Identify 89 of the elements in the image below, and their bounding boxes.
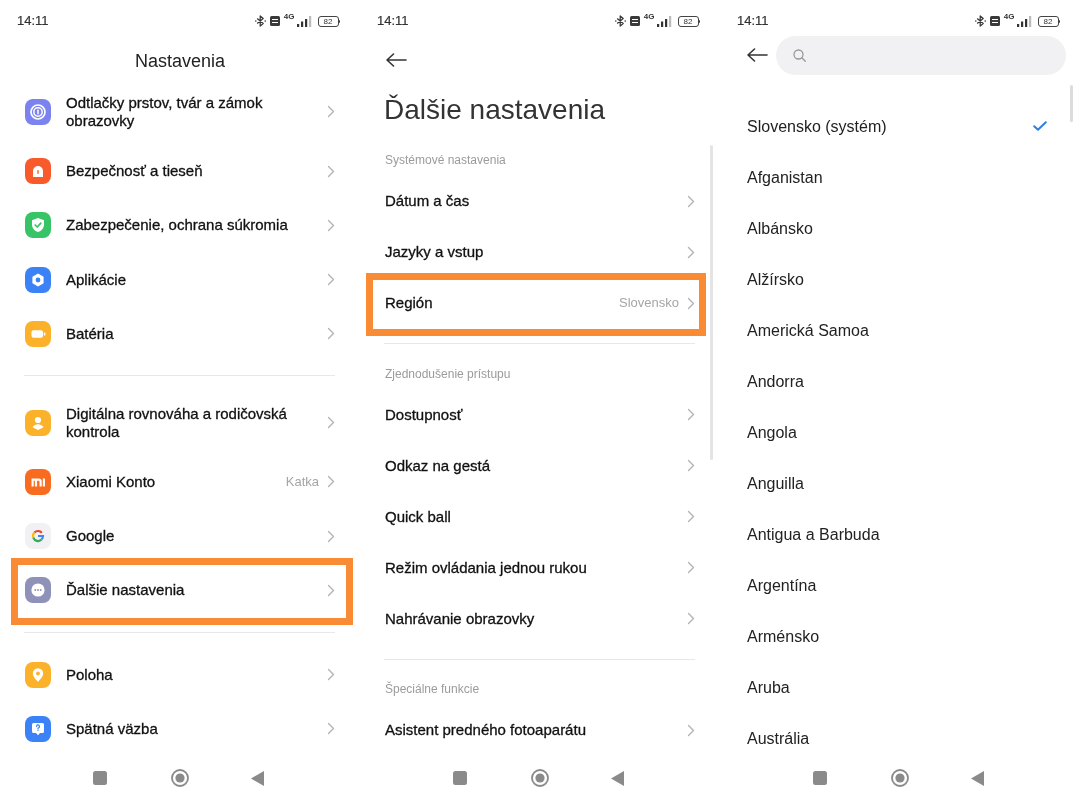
search-icon [793,48,806,62]
chevron-right-icon [327,583,335,597]
battery-indicator: 82 [317,15,340,27]
region-option[interactable]: Slovensko (systém) [747,116,887,136]
chevron-right-icon [687,408,695,421]
region-option[interactable]: Antigua a Barbuda [747,524,880,544]
chevron-right-icon [327,668,335,682]
chevron-right-icon [687,561,695,574]
settings-item[interactable]: Spätná väzba [66,719,158,738]
scroll-bar [1070,85,1073,122]
region-option[interactable]: Albánsko [747,218,813,238]
back-icon[interactable] [971,770,984,786]
network-badge-icon [629,16,640,26]
network-badge-icon [269,16,280,26]
status-time: 14:11 [737,14,769,28]
region-option[interactable]: Alžírsko [747,269,804,289]
battery-indicator: 82 [1037,15,1060,27]
network-type-text: 4G [1003,13,1015,21]
network-type-text: 4G [283,13,295,21]
region-option[interactable]: Aruba [747,677,790,697]
settings-item[interactable]: Bezpečnosť a tieseň [66,162,203,181]
home-icon[interactable] [531,769,549,787]
chevron-right-icon [327,105,335,119]
settings-item[interactable]: Dostupnosť [385,405,463,424]
chevron-right-icon [327,273,335,286]
settings-item[interactable]: Asistent predného fotoaparátu [385,721,586,739]
signal-icon [1016,15,1032,27]
signal-icon [656,15,672,27]
chevron-right-icon [687,194,695,208]
chevron-right-icon [687,296,695,310]
region-option[interactable]: Anguilla [747,473,804,493]
chevron-right-icon [327,529,335,543]
screen-title: Ďalšie nastavenia [384,93,606,127]
back-icon[interactable] [251,770,264,786]
bluetooth-icon [974,15,986,27]
region-option[interactable]: Arménsko [747,626,820,646]
home-icon[interactable] [891,769,909,787]
bluetooth-icon [614,15,626,27]
screen-title: Nastavenia [134,50,226,72]
battery-indicator: 82 [677,15,700,27]
network-badge-icon [989,16,1000,26]
chevron-right-icon [327,218,335,232]
search-field[interactable] [776,35,1066,75]
chevron-right-icon [327,416,335,430]
settings-item[interactable]: Nahrávanie obrazovky [385,609,535,628]
region-option[interactable]: Argentína [747,575,817,595]
chevron-right-icon [327,164,335,178]
settings-item[interactable]: Quick ball [385,507,451,526]
region-option[interactable]: Angola [747,422,797,442]
region-option[interactable]: Austrália [747,728,810,748]
setting-value: Slovensko [619,295,679,311]
settings-item[interactable]: Zabezpečenie, ochrana súkromia [66,216,288,235]
signal-icon [296,15,312,27]
section-header: Systémové nastavenia [385,153,506,168]
status-time: 14:11 [17,14,49,28]
settings-item[interactable]: Režim ovládania jednou rukou [385,558,587,577]
bluetooth-icon [254,15,266,27]
section-header: Špeciálne funkcie [385,682,480,697]
chevron-right-icon [327,327,335,341]
region-option[interactable]: Americká Samoa [747,320,869,340]
settings-item[interactable]: Región [385,294,433,312]
chevron-right-icon [687,723,695,737]
chevron-right-icon [687,459,695,472]
settings-item[interactable]: Xiaomi Konto [66,472,156,491]
region-option[interactable]: Andorra [747,371,804,391]
status-time: 14:11 [377,14,409,28]
settings-item[interactable]: Poloha [66,665,113,684]
back-icon[interactable] [611,770,624,786]
settings-item[interactable]: Aplikácie [66,270,127,289]
chevron-right-icon [327,722,335,736]
setting-value: Katka [285,473,319,490]
settings-item[interactable]: Jazyky a vstup [385,243,484,261]
settings-item[interactable]: Dátum a čas [385,192,470,210]
back-arrow-icon[interactable] [747,48,768,62]
settings-item[interactable]: Odtlačky prstov, tvár a zámok obrazovky [66,93,315,130]
chevron-right-icon [687,510,695,523]
settings-item[interactable]: Batéria [66,324,114,343]
settings-item[interactable]: Google [66,527,115,546]
section-header: Zjednodušenie prístupu [385,366,511,381]
settings-item[interactable]: Ďalšie nastavenia [66,581,185,600]
chevron-right-icon [687,612,695,625]
chevron-right-icon [687,245,695,259]
chevron-right-icon [327,475,335,489]
network-type-text: 4G [643,13,655,21]
settings-item[interactable]: Digitálna rovnováha a rodičovská kontrola [66,404,315,441]
settings-item[interactable]: Odkaz na gestá [385,456,491,475]
home-icon[interactable] [171,769,189,787]
region-option[interactable]: Afganistan [747,167,823,187]
back-arrow-icon[interactable] [386,53,407,67]
